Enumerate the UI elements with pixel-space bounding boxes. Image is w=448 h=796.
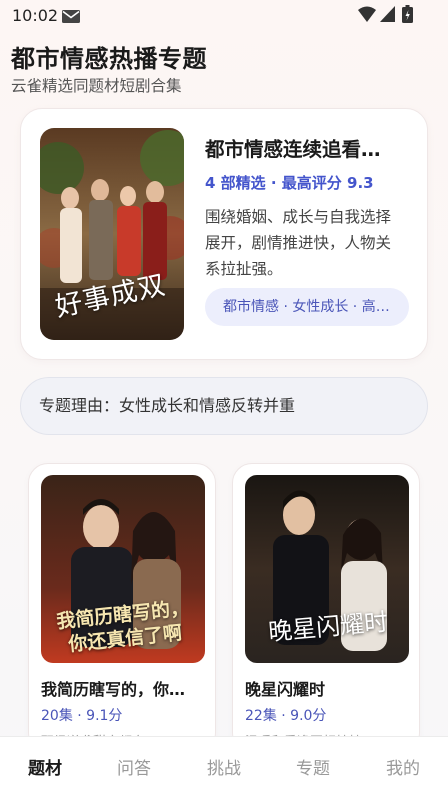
drama-meta: 22集 · 9.0分 [245, 708, 327, 724]
drama-card[interactable]: 我简历瞎写的，你还真信了啊 我简历瞎写的，你… 20集 · 9.1分 职场逆袭甜… [28, 463, 216, 753]
topic-reason: 专题理由：女性成长和情感反转并重 [20, 377, 428, 435]
nav-tab-special[interactable]: 专题 [283, 754, 343, 779]
page-subtitle: 云雀精选同题材短剧合集 [11, 77, 182, 95]
wifi-icon [358, 6, 376, 22]
nav-tab-profile[interactable]: 我的 [373, 754, 433, 779]
drama-title[interactable]: 我简历瞎写的，你… [41, 676, 205, 700]
drama-title[interactable]: 晚星闪耀时 [245, 676, 409, 700]
mail-icon [62, 10, 80, 23]
nav-tab-qa[interactable]: 问答 [104, 754, 164, 779]
status-bar: 10:02 [0, 0, 448, 32]
drama-poster[interactable]: 晚星闪耀时 [245, 475, 409, 663]
feature-meta: 4 部精选 · 最高评分 9.3 [205, 174, 374, 192]
feature-card[interactable]: 好事成双 都市情感连续追看… 4 部精选 · 最高评分 9.3 围绕婚姻、成长与… [20, 108, 428, 360]
signal-icon [380, 6, 395, 22]
page-title: 都市情感热播专题 [11, 45, 207, 73]
feature-tags[interactable]: 都市情感 · 女性成长 · 高… [205, 288, 409, 326]
feature-title[interactable]: 都市情感连续追看… [205, 133, 410, 162]
feature-poster[interactable]: 好事成双 [40, 128, 184, 340]
status-time: 10:02 [12, 6, 59, 25]
bottom-nav: 题材 问答 挑战 专题 我的 [0, 736, 448, 796]
drama-poster[interactable]: 我简历瞎写的，你还真信了啊 [41, 475, 205, 663]
nav-tab-challenge[interactable]: 挑战 [194, 754, 254, 779]
drama-meta: 20集 · 9.1分 [41, 708, 123, 724]
feature-description: 围绕婚姻、成长与自我选择展开，剧情推进快，人物关系拉扯强。 [205, 208, 392, 278]
nav-tab-topics[interactable]: 题材 [15, 754, 75, 779]
drama-card[interactable]: 晚星闪耀时 晚星闪耀时 22集 · 9.0分 温暖和重逢互相扶持 [232, 463, 420, 753]
battery-icon [402, 5, 413, 23]
